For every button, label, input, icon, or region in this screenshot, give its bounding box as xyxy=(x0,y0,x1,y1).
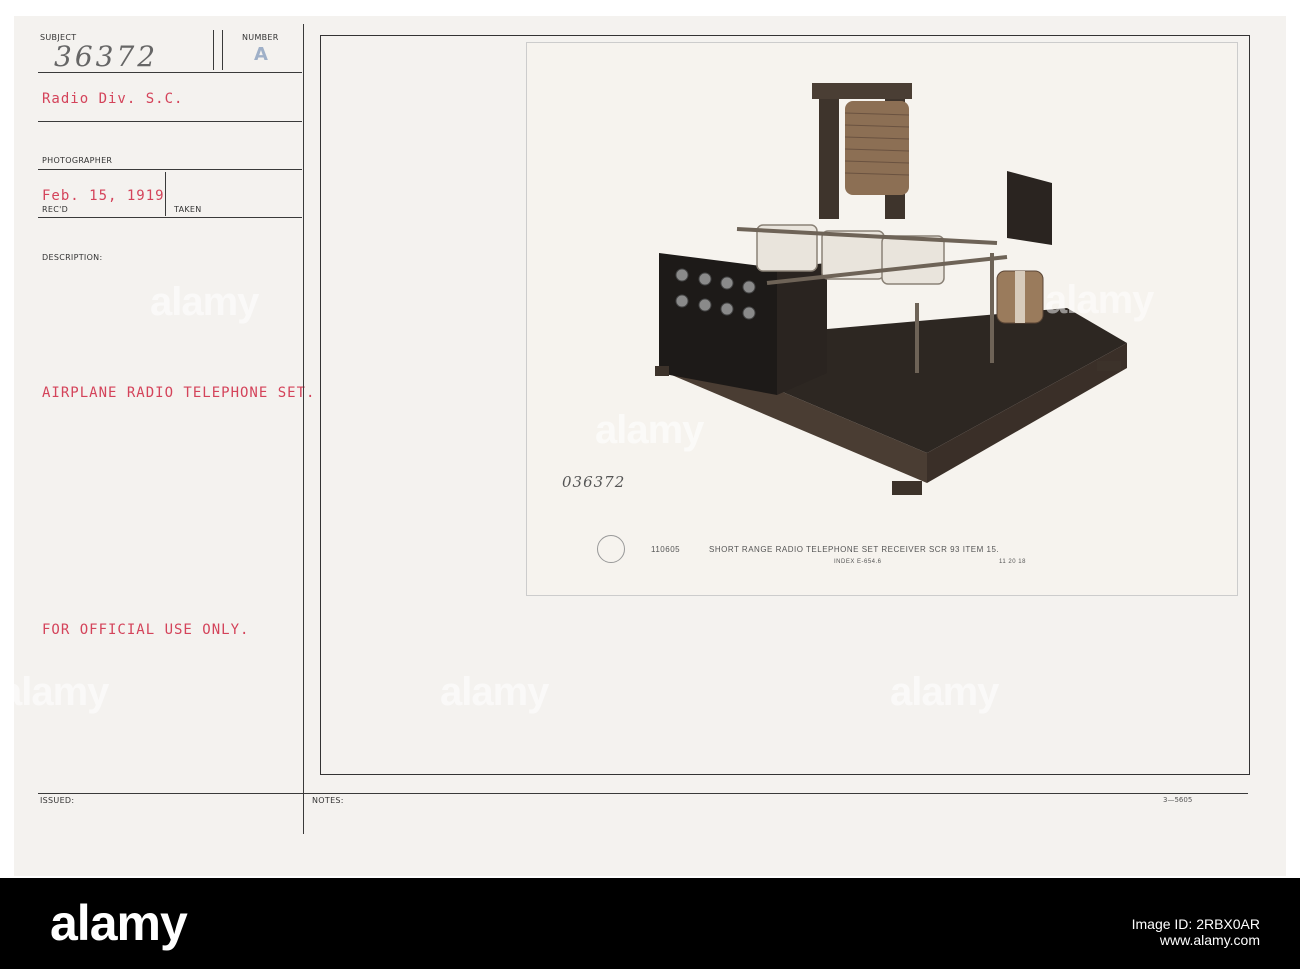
recd-label: REC'D xyxy=(42,205,69,214)
watermark: alamy xyxy=(595,408,704,452)
divider xyxy=(38,72,302,73)
number-stamp: A xyxy=(254,44,268,65)
divider xyxy=(165,172,166,216)
image-id-block: Image ID: 2RBX0AR www.alamy.com xyxy=(1132,916,1260,948)
form-code: 3—5605 xyxy=(1163,796,1193,804)
description-label: DESCRIPTION: xyxy=(42,253,103,262)
divider xyxy=(222,30,223,70)
watermark: alamy xyxy=(0,670,109,714)
divider xyxy=(38,121,302,122)
divider xyxy=(38,169,302,170)
issued-label: ISSUED: xyxy=(40,796,75,805)
watermark: alamy xyxy=(150,280,259,324)
photographer-label: PHOTOGRAPHER xyxy=(42,156,113,165)
handwritten-ref: 036372 xyxy=(562,473,626,491)
handwritten-number: 36372 xyxy=(54,40,159,73)
image-id: Image ID: 2RBX0AR xyxy=(1131,916,1260,932)
footer-bar xyxy=(0,878,1300,969)
index-text: INDEX E-654.6 xyxy=(834,559,882,565)
date-code: 11 20 18 xyxy=(999,559,1026,565)
brand-logo: alamy xyxy=(50,895,188,951)
negative-number: 110605 xyxy=(651,545,681,554)
bottom-rule xyxy=(38,793,1248,794)
description-text: AIRPLANE RADIO TELEPHONE SET. xyxy=(42,385,316,401)
divider xyxy=(213,30,214,70)
notes-label: NOTES: xyxy=(312,796,344,805)
site-url: www.alamy.com xyxy=(1159,932,1260,948)
seal-icon xyxy=(597,535,625,563)
division-text: Radio Div. S.C. xyxy=(42,91,184,107)
number-label: NUMBER xyxy=(242,33,279,42)
column-divider xyxy=(303,24,304,834)
watermark: alamy xyxy=(440,670,549,714)
date-text: Feb. 15, 1919 xyxy=(42,188,165,204)
divider xyxy=(38,217,302,218)
official-use-text: FOR OFFICIAL USE ONLY. xyxy=(42,622,250,638)
watermark: alamy xyxy=(1045,278,1154,322)
watermark: alamy xyxy=(890,670,999,714)
taken-label: TAKEN xyxy=(174,205,202,214)
photo-caption: SHORT RANGE RADIO TELEPHONE SET RECEIVER… xyxy=(709,545,1000,554)
